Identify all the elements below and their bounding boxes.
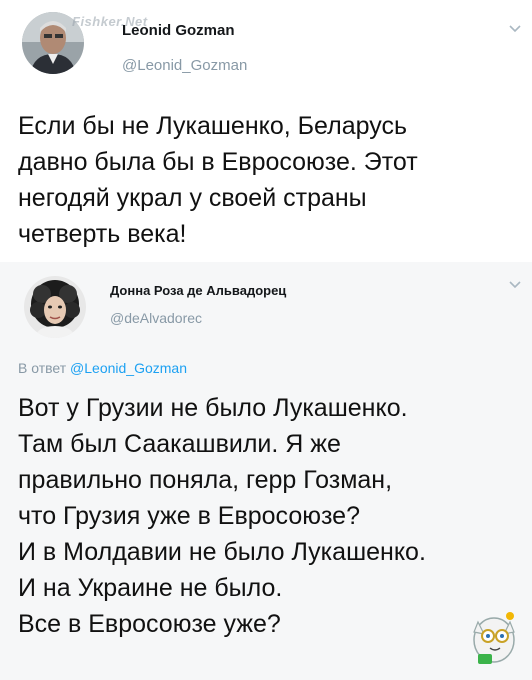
- tweet-line: негодяй украл у своей страны: [18, 184, 367, 212]
- chevron-down-icon[interactable]: [508, 278, 522, 292]
- tweet-line: И на Украине не было.: [18, 574, 283, 602]
- tweet-line: Там был Саакашвили. Я же: [18, 430, 341, 458]
- reply-handle-link[interactable]: @Leonid_Gozman: [70, 360, 187, 376]
- tweet-leonid-gozman: Fishker.Net Leonid Gozman @Leonid_Gozman…: [0, 0, 532, 262]
- tweet-line: Если бы не Лукашенко, Беларусь: [18, 112, 407, 140]
- tweet-line: что Грузия уже в Евросоюзе?: [18, 502, 360, 530]
- author-name[interactable]: Leonid Gozman: [122, 22, 235, 39]
- tweet-line: четверть века!: [18, 220, 187, 248]
- reply-context: В ответ @Leonid_Gozman: [18, 360, 187, 376]
- tweet-line: правильно поняла, герр Гозман,: [18, 466, 393, 494]
- tweet-reply: Донна Роза де Альвадорец @deAlvadorec В …: [0, 262, 532, 680]
- tweet-line: давно была бы в Евросоюзе. Этот: [18, 148, 418, 176]
- chevron-down-icon[interactable]: [508, 22, 522, 36]
- tweet-line: Вот у Грузии не было Лукашенко.: [18, 394, 408, 422]
- tweet-text: Вот у Грузии не было Лукашенко. Там был …: [18, 390, 518, 642]
- tweet-text: Если бы не Лукашенко, Беларусь давно был…: [18, 108, 518, 252]
- mascot-icon: [464, 606, 524, 670]
- author-handle[interactable]: @deAlvadorec: [110, 310, 202, 326]
- reply-prefix: В ответ: [18, 360, 67, 376]
- author-name[interactable]: Донна Роза де Альвадорец: [110, 283, 286, 298]
- avatar[interactable]: [24, 276, 86, 338]
- tweet-line: Все в Евросоюзе уже?: [18, 610, 281, 638]
- author-handle[interactable]: @Leonid_Gozman: [122, 57, 247, 74]
- tweet-line: И в Молдавии не было Лукашенко.: [18, 538, 426, 566]
